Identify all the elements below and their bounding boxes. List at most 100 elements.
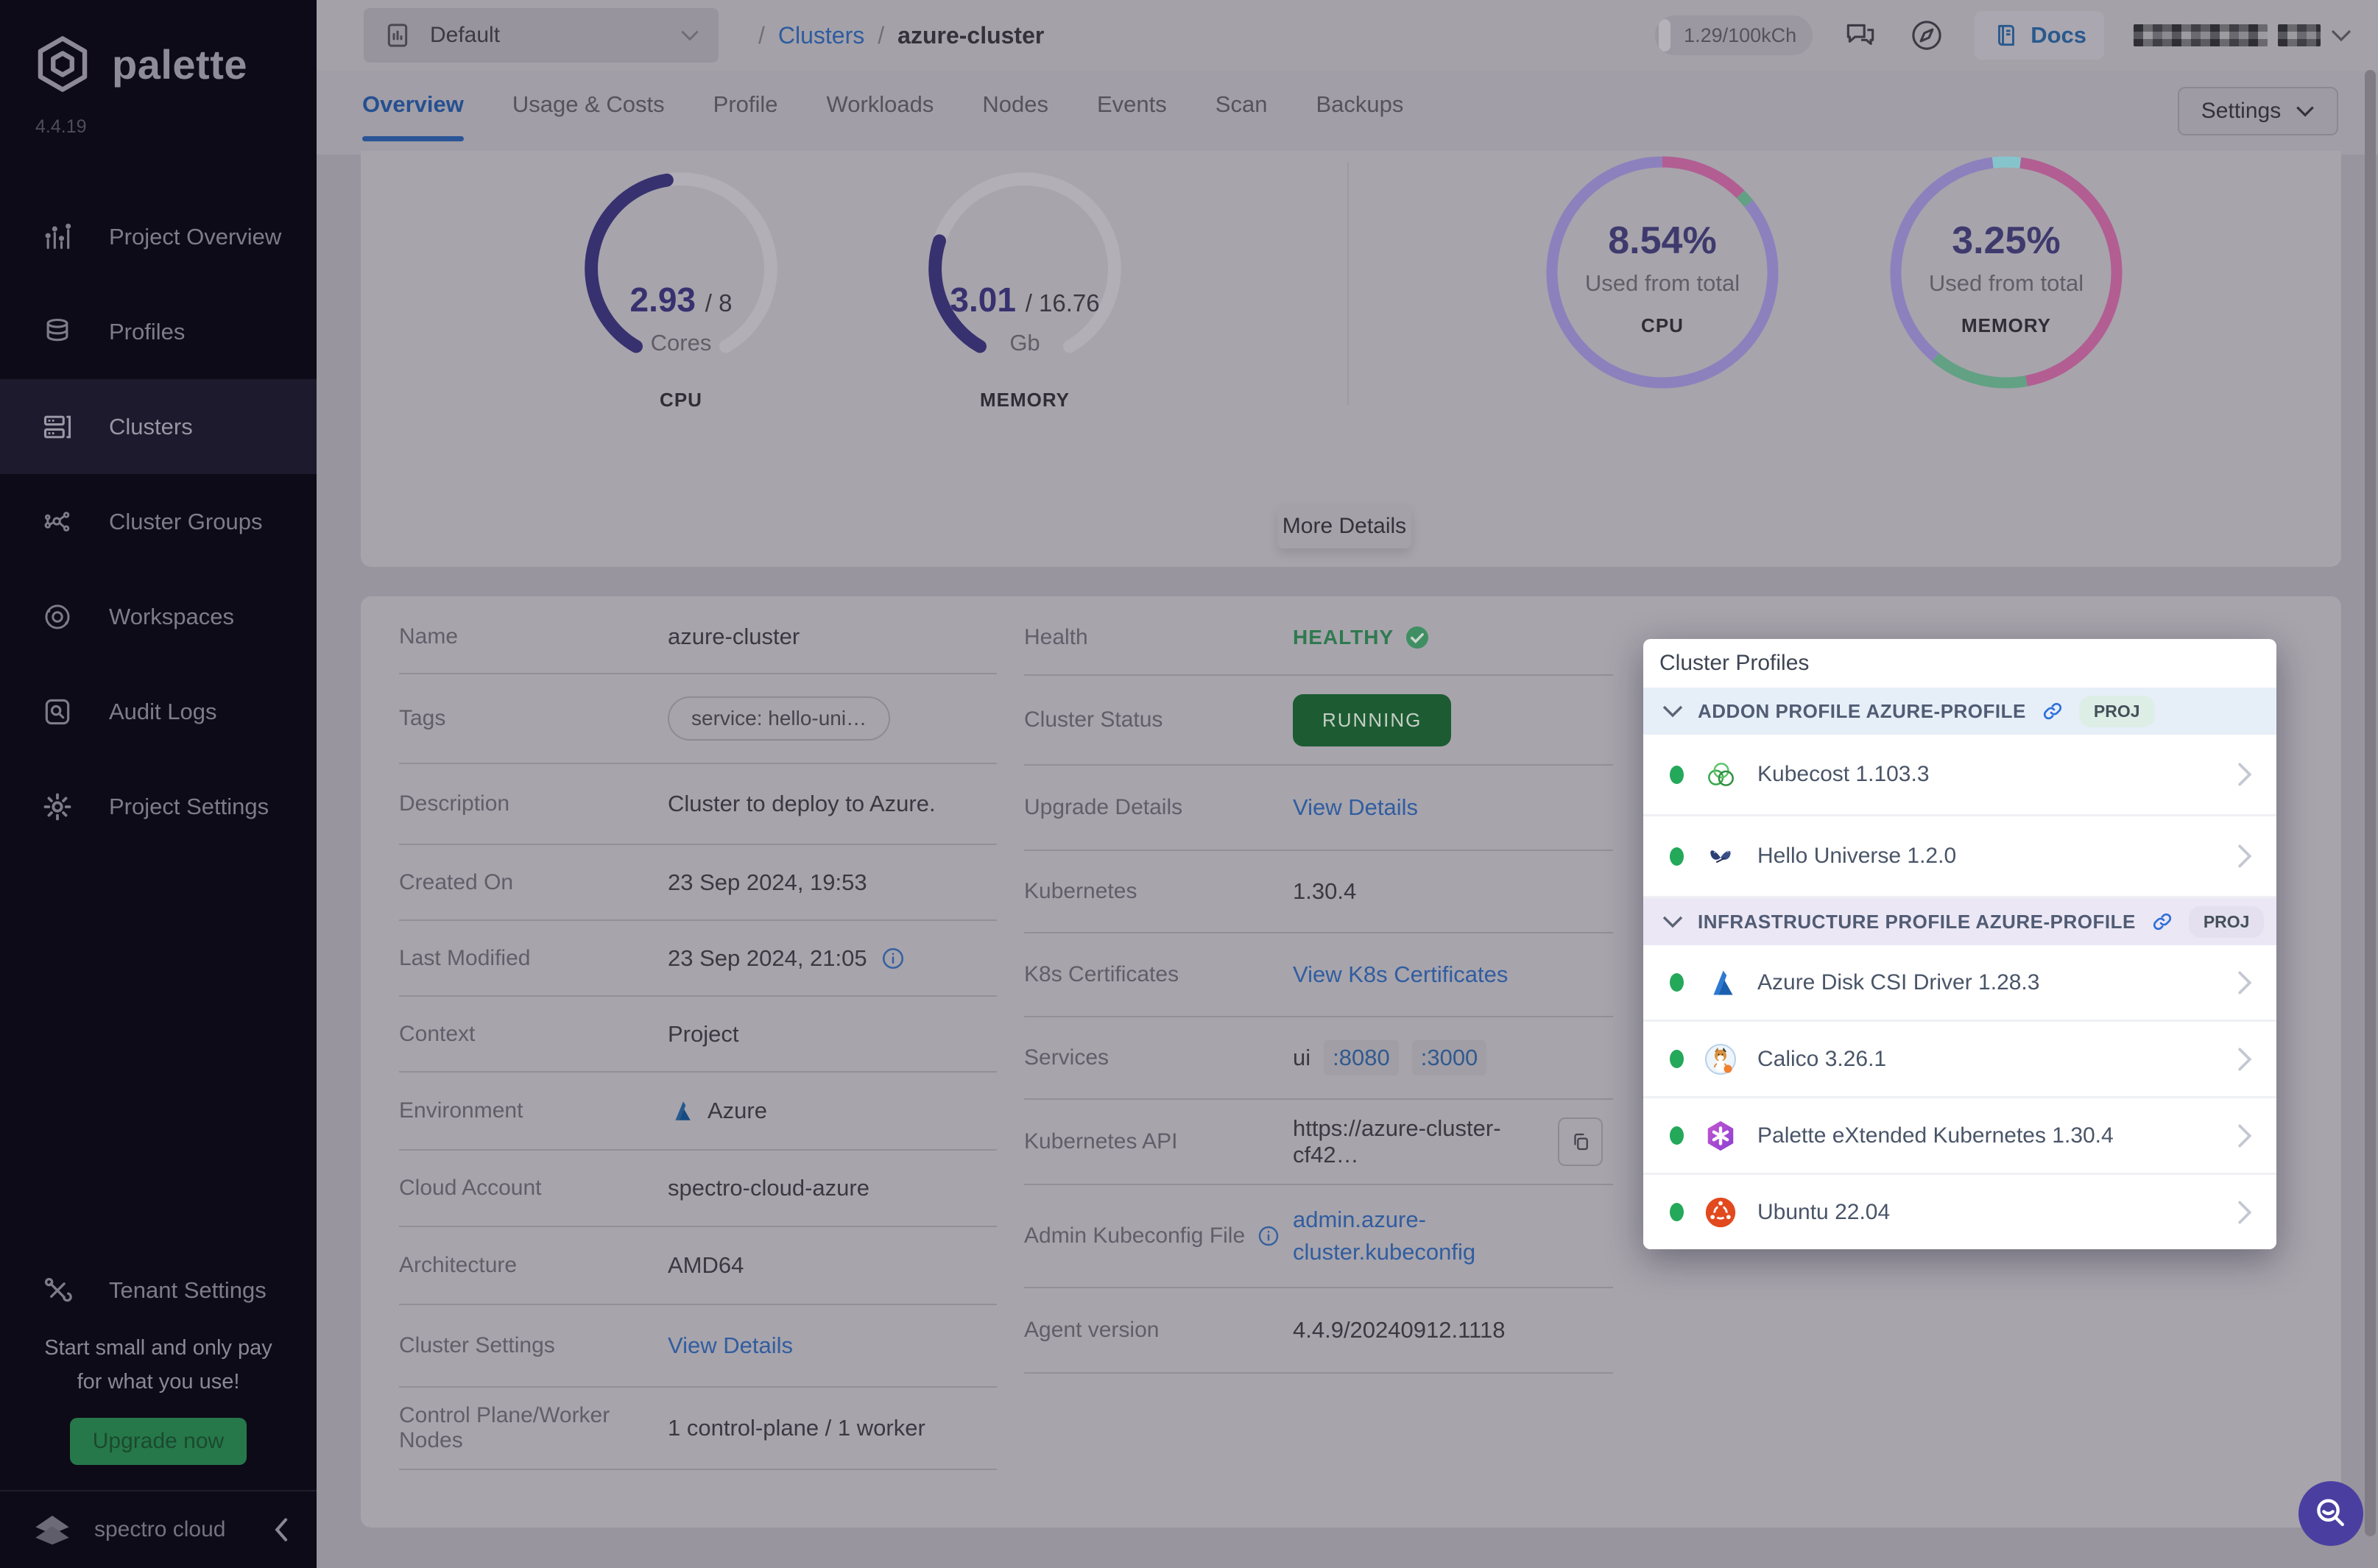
info-icon[interactable]	[881, 946, 906, 971]
detail-value: AMD64	[668, 1252, 744, 1279]
details-right-column: Health HEALTHY Cluster Status RUNNING	[1024, 601, 1613, 1374]
detail-label: Agent version	[1024, 1318, 1293, 1343]
settings-button[interactable]: Settings	[2178, 87, 2338, 135]
detail-label: Cluster Status	[1024, 707, 1293, 732]
scope-badge: PROJ	[2079, 696, 2155, 727]
chat-icon[interactable]	[1842, 17, 1879, 54]
profile-pack-calico[interactable]: Calico 3.26.1	[1643, 1022, 2276, 1098]
tab-workloads[interactable]: Workloads	[827, 91, 934, 155]
cpu-gauge-caption: CPU	[556, 389, 806, 412]
tab-overview[interactable]: Overview	[362, 91, 464, 155]
tab-usage-costs[interactable]: Usage & Costs	[512, 91, 665, 155]
credits-progress	[1659, 19, 1670, 52]
upgrade-view-details-link[interactable]: View Details	[1293, 794, 1418, 821]
check-circle-icon	[1404, 624, 1430, 651]
profile-pack-palette-extended-kubernetes[interactable]: Palette eXtended Kubernetes 1.30.4	[1643, 1098, 2276, 1175]
link-icon[interactable]	[2041, 699, 2064, 723]
sidebar-item-cluster-groups[interactable]: Cluster Groups	[0, 474, 317, 569]
cpu-donut-percent: 8.54%	[1541, 219, 1784, 263]
detail-row-kubernetes: Kubernetes 1.30.4	[1024, 851, 1613, 933]
search-assistant-button[interactable]	[2298, 1481, 2363, 1546]
chevron-right-icon	[2234, 1200, 2256, 1225]
kubeconfig-file-link[interactable]: admin.azure-cluster.kubeconfig	[1293, 1204, 1514, 1268]
cpu-donut-subtitle: Used from total	[1541, 270, 1784, 297]
detail-row-tags: Tags service: hello-uni…	[399, 674, 997, 764]
infrastructure-profile-header[interactable]: INFRASTRUCTURE PROFILE AZURE-PROFILE PRO…	[1643, 898, 2276, 945]
health-status: HEALTHY	[1293, 626, 1394, 649]
profile-pack-hello-universe[interactable]: Hello Universe 1.2.0	[1643, 816, 2276, 898]
addon-profile-header[interactable]: ADDON PROFILE AZURE-PROFILE PROJ	[1643, 688, 2276, 735]
sidebar-item-label: Clusters	[109, 414, 193, 440]
tab-nodes[interactable]: Nodes	[982, 91, 1048, 155]
sidebar-item-workspaces[interactable]: Workspaces	[0, 569, 317, 664]
service-port-link[interactable]: :3000	[1412, 1040, 1487, 1076]
section-divider	[1347, 162, 1349, 405]
pack-status-dot	[1670, 1126, 1684, 1145]
tab-events[interactable]: Events	[1097, 91, 1167, 155]
detail-value: 23 Sep 2024, 19:53	[668, 869, 867, 896]
docs-label: Docs	[2031, 22, 2086, 49]
azure-icon	[1703, 965, 1738, 1000]
profile-pack-ubuntu[interactable]: Ubuntu 22.04	[1643, 1175, 2276, 1249]
view-k8s-certificates-link[interactable]: View K8s Certificates	[1293, 961, 1508, 988]
detail-label: Created On	[399, 870, 668, 895]
breadcrumb-separator: /	[758, 22, 765, 49]
top-bar: Default / Clusters / azure-cluster 1.29/…	[317, 0, 2378, 71]
memory-donut-percent: 3.25%	[1885, 219, 2128, 263]
calico-icon	[1703, 1042, 1738, 1077]
detail-label: Tags	[399, 706, 668, 731]
compass-icon[interactable]	[1908, 17, 1945, 54]
sidebar-item-audit-logs[interactable]: Audit Logs	[0, 664, 317, 759]
cpu-gauge: 2.93 / 8 Cores CPU	[556, 155, 806, 427]
profile-pack-kubecost[interactable]: Kubecost 1.103.3	[1643, 735, 2276, 816]
scrollbar-thumb[interactable]	[2365, 70, 2376, 1536]
sidebar-item-tenant-settings[interactable]: Tenant Settings	[0, 1250, 317, 1331]
service-name: ui	[1293, 1045, 1310, 1071]
detail-row-kubernetes-api: Kubernetes API https://azure-cluster-cf4…	[1024, 1100, 1613, 1185]
detail-label: Kubernetes API	[1024, 1129, 1293, 1154]
sidebar-item-clusters[interactable]: Clusters	[0, 379, 317, 474]
collapse-sidebar-icon[interactable]	[272, 1517, 292, 1542]
credits-value: 1.29/100kCh	[1684, 24, 1796, 47]
detail-row-nodes: Control Plane/Worker Nodes 1 control-pla…	[399, 1388, 997, 1470]
chevron-down-icon	[1662, 704, 1683, 718]
breadcrumb-clusters-link[interactable]: Clusters	[778, 22, 864, 49]
detail-row-admin-kubeconfig: Admin Kubeconfig File admin.azure-cluste…	[1024, 1185, 1613, 1288]
tab-backups[interactable]: Backups	[1316, 91, 1403, 155]
detail-row-name: Name azure-cluster	[399, 601, 997, 674]
sidebar-item-project-overview[interactable]: Project Overview	[0, 189, 317, 284]
tab-profile[interactable]: Profile	[713, 91, 778, 155]
chevron-down-icon	[680, 29, 699, 41]
detail-value: Cluster to deploy to Azure.	[668, 791, 936, 817]
project-selector[interactable]: Default	[364, 8, 719, 63]
upgrade-now-button[interactable]: Upgrade now	[70, 1418, 247, 1465]
sidebar-item-label: Audit Logs	[109, 699, 217, 725]
service-port-link[interactable]: :8080	[1324, 1040, 1399, 1076]
settings-label: Settings	[2201, 99, 2281, 124]
cluster-settings-view-details-link[interactable]: View Details	[668, 1332, 793, 1359]
tab-scan[interactable]: Scan	[1216, 91, 1268, 155]
link-icon[interactable]	[2151, 910, 2174, 933]
cpu-gauge-value: 2.93 / 8	[556, 280, 806, 319]
profile-pack-azure-disk[interactable]: Azure Disk CSI Driver 1.28.3	[1643, 945, 2276, 1022]
search-smile-icon	[2310, 1493, 2351, 1534]
copy-icon[interactable]	[1558, 1117, 1603, 1166]
detail-row-architecture: Architecture AMD64	[399, 1227, 997, 1305]
sidebar-item-profiles[interactable]: Profiles	[0, 284, 317, 379]
memory-donut-subtitle: Used from total	[1885, 270, 2128, 297]
memory-gauge-unit: Gb	[900, 330, 1150, 356]
memory-donut-caption: MEMORY	[1885, 314, 2128, 337]
pack-name: Palette eXtended Kubernetes 1.30.4	[1757, 1123, 2215, 1148]
sidebar-item-project-settings[interactable]: Project Settings	[0, 759, 317, 854]
docs-button[interactable]: Docs	[1975, 11, 2104, 60]
more-details-button[interactable]: More Details	[1277, 504, 1411, 548]
kubecost-icon	[1703, 757, 1738, 792]
memory-usage-donut: 3.25% Used from total MEMORY	[1885, 151, 2128, 394]
network-icon	[41, 506, 74, 538]
azure-icon	[668, 1098, 694, 1124]
info-icon[interactable]	[1257, 1224, 1280, 1248]
detail-label: Environment	[399, 1098, 668, 1123]
user-menu[interactable]	[2134, 24, 2351, 46]
tag-pill[interactable]: service: hello-uni…	[668, 696, 890, 741]
palette-logo: palette	[0, 0, 317, 94]
